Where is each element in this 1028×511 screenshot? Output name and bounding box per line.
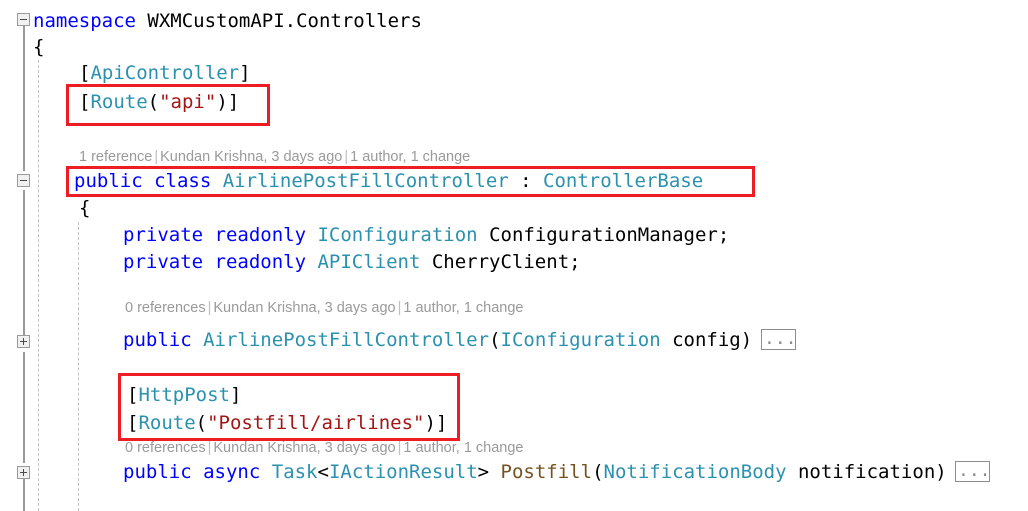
codelens-references[interactable]: 1 reference (79, 149, 152, 165)
codelens-changes[interactable]: 1 author, 1 change (350, 149, 470, 165)
param-type-notificationbody: NotificationBody (603, 461, 787, 483)
paren-open: ( (489, 329, 501, 351)
indent-guide-level-2 (78, 222, 80, 511)
bracket-close: ] (229, 384, 242, 406)
outlining-toggle-namespace[interactable] (17, 13, 30, 26)
keyword-private: private (123, 251, 204, 273)
outlining-margin-line-method (23, 478, 25, 511)
line-api-controller-attribute[interactable]: [ApiController] (79, 64, 251, 83)
line-namespace[interactable]: namespace WXMCustomAPI.Controllers (33, 12, 422, 31)
base-type-controllerbase: ControllerBase (543, 170, 704, 192)
codelens-author-date[interactable]: Kundan Krishna, 3 days ago (213, 300, 395, 316)
field-name-configurationmanager: ConfigurationManager; (477, 224, 730, 246)
angle-open: < (317, 461, 329, 483)
outlining-toggle-class[interactable] (17, 174, 30, 187)
paren-open: ( (592, 461, 604, 483)
string-literal-postfill-airlines: "Postfill/airlines" (207, 412, 425, 434)
paren-close: ) (935, 461, 947, 483)
return-type-task: Task (260, 461, 318, 483)
attribute-name-route: Route (138, 412, 196, 434)
paren-close: ) (216, 91, 228, 113)
line-field-configurationmanager[interactable]: private readonly IConfiguration Configur… (123, 226, 729, 245)
paren-open: ( (147, 91, 160, 113)
line-httppost-attribute[interactable]: [HttpPost] (127, 386, 241, 405)
outlining-toggle-method[interactable] (17, 466, 30, 479)
param-name-notification: notification (786, 461, 936, 483)
paren-close: ) (424, 412, 436, 434)
indent-guide-level-1 (38, 60, 40, 511)
outlining-margin-line-class (23, 190, 25, 338)
codelens-author-date[interactable]: Kundan Krishna, 3 days ago (213, 440, 395, 456)
keyword-public: public (123, 329, 192, 351)
collapsed-body-method[interactable]: ... (955, 460, 991, 482)
generic-type-iactionresult: IActionResult (328, 461, 478, 483)
line-constructor-declaration[interactable]: public AirlinePostFillController(IConfig… (123, 331, 752, 350)
method-name-postfill: Postfill (500, 461, 593, 483)
bracket-open: [ (127, 412, 139, 434)
keyword-namespace: namespace (33, 10, 136, 32)
param-name-config: config (660, 329, 741, 351)
codelens-separator: | (344, 149, 349, 165)
colon-separator: : (508, 170, 544, 192)
keyword-public: public (74, 170, 143, 192)
brace-open-class: { (79, 197, 91, 219)
bracket-close: ] (239, 62, 251, 84)
codelens-changes[interactable]: 1 author, 1 change (403, 300, 523, 316)
class-name-airlinepostfillcontroller: AirlinePostFillController (211, 170, 509, 192)
bracket-close: ] (435, 412, 448, 434)
codelens-references[interactable]: 0 references (125, 300, 206, 316)
string-literal-api: "api" (159, 91, 217, 113)
field-name-cherryclient: CherryClient; (420, 251, 581, 273)
param-type-iconfiguration: IConfiguration (500, 329, 661, 351)
keyword-class: class (142, 170, 212, 192)
outlining-toggle-constructor[interactable] (17, 335, 30, 348)
keyword-private: private (123, 224, 204, 246)
constructor-name: AirlinePostFillController (191, 329, 490, 351)
namespace-identifier: WXMCustomAPI.Controllers (135, 10, 422, 32)
codelens-references[interactable]: 0 references (125, 440, 206, 456)
bracket-open: [ (79, 62, 91, 84)
attribute-name-route: Route (90, 91, 148, 113)
codelens-separator: | (154, 149, 159, 165)
line-class-declaration[interactable]: public class AirlinePostFillController :… (74, 172, 703, 191)
type-apiclient: APIClient (306, 251, 421, 273)
line-namespace-open-brace[interactable]: { (33, 38, 44, 57)
bracket-close: ] (227, 91, 240, 113)
attribute-name-httppost: HttpPost (138, 384, 230, 406)
line-field-cherryclient[interactable]: private readonly APIClient CherryClient; (123, 253, 581, 272)
keyword-public: public (123, 461, 192, 483)
outlining-margin-line-members (23, 352, 25, 463)
bracket-open: [ (127, 384, 139, 406)
line-class-open-brace[interactable]: { (79, 199, 90, 218)
type-iconfiguration: IConfiguration (306, 224, 478, 246)
codelens-author-date[interactable]: Kundan Krishna, 3 days ago (160, 149, 342, 165)
line-method-declaration[interactable]: public async Task<IActionResult> Postfil… (123, 463, 947, 482)
codelens-constructor[interactable]: 0 references | Kundan Krishna, 3 days ago |… (125, 301, 524, 316)
line-route-api-attribute[interactable]: [Route("api")] (79, 93, 239, 112)
paren-open: ( (195, 412, 208, 434)
keyword-readonly: readonly (203, 224, 307, 246)
collapsed-ellipsis: ... (764, 328, 797, 349)
keyword-async: async (191, 461, 261, 483)
brace-open-namespace: { (33, 36, 45, 58)
outlining-margin-line-namespace (23, 26, 25, 171)
angle-close: > (477, 461, 501, 483)
collapsed-ellipsis: ... (958, 460, 991, 481)
keyword-readonly: readonly (203, 251, 307, 273)
line-route-postfill-attribute[interactable]: [Route("Postfill/airlines")] (127, 414, 447, 433)
attribute-name-apicontroller: ApiController (90, 62, 240, 84)
bracket-open: [ (79, 91, 91, 113)
codelens-changes[interactable]: 1 author, 1 change (403, 440, 523, 456)
paren-close: ) (740, 329, 753, 351)
collapsed-body-constructor[interactable]: ... (761, 328, 797, 350)
codelens-class[interactable]: 1 reference | Kundan Krishna, 3 days ago | 1… (79, 150, 470, 165)
codelens-method[interactable]: 0 references | Kundan Krishna, 3 days ago |… (125, 441, 524, 456)
code-editor-surface[interactable]: namespace WXMCustomAPI.Controllers { [Ap… (0, 0, 1028, 511)
